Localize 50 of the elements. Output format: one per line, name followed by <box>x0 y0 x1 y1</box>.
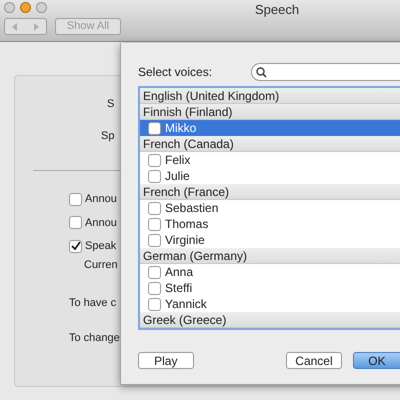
back-forward-control[interactable] <box>4 18 47 35</box>
cancel-button[interactable]: Cancel <box>286 352 342 369</box>
checkbox[interactable] <box>148 298 161 310</box>
checkbox[interactable] <box>148 218 161 230</box>
search-field[interactable] <box>251 63 400 81</box>
select-voices-label: Select voices: <box>138 64 214 81</box>
back-icon <box>12 22 18 30</box>
forward-icon <box>32 22 39 30</box>
window-title: Speech <box>255 1 300 19</box>
search-icon <box>256 66 267 78</box>
checkbox[interactable] <box>69 240 82 253</box>
note-text: To have c <box>69 296 116 311</box>
group-header: Finnish (Finland) <box>140 104 400 120</box>
voice-name: Julie <box>165 168 190 185</box>
check-icon <box>70 241 80 252</box>
group-header: Greek (Greece) <box>140 312 400 328</box>
voice-name: Virginie <box>165 232 205 249</box>
ok-button[interactable]: OK <box>353 352 400 369</box>
option-label: Speak <box>85 239 116 254</box>
option-label: Annou <box>85 192 117 207</box>
voice-name: Anna <box>165 264 194 281</box>
checkbox[interactable] <box>148 202 161 214</box>
voice-name: Thomas <box>165 216 208 233</box>
voice-name: Felix <box>165 152 190 169</box>
close-icon[interactable] <box>4 2 15 13</box>
voice-row[interactable]: Mikko <box>140 120 400 136</box>
group-header: French (France) <box>140 184 400 200</box>
group-header: English (United Kingdom) <box>140 88 400 104</box>
option-label: Annou <box>85 216 117 230</box>
checkbox[interactable] <box>148 282 161 294</box>
voice-name: Mikko <box>165 120 196 137</box>
voice-name: Sebastien <box>165 200 218 217</box>
checkbox[interactable] <box>148 266 161 278</box>
checkbox[interactable] <box>69 216 82 230</box>
checkbox[interactable] <box>148 234 161 246</box>
field-label: Sp <box>101 129 114 144</box>
checkbox[interactable] <box>148 122 161 134</box>
play-button[interactable]: Play <box>138 352 194 369</box>
voice-name: Steffi <box>165 280 192 297</box>
zoom-icon[interactable] <box>36 2 47 13</box>
voice-name: Yannick <box>165 296 207 313</box>
field-label: S <box>107 97 114 112</box>
checkbox[interactable] <box>69 192 82 206</box>
group-header: French (Canada) <box>140 136 400 152</box>
field-label: Curren <box>84 258 118 272</box>
note-text: To change <box>69 330 120 346</box>
minimize-icon[interactable] <box>20 2 31 13</box>
checkbox[interactable] <box>148 170 161 182</box>
checkbox[interactable] <box>148 154 161 166</box>
group-header: German (Germany) <box>140 248 400 264</box>
